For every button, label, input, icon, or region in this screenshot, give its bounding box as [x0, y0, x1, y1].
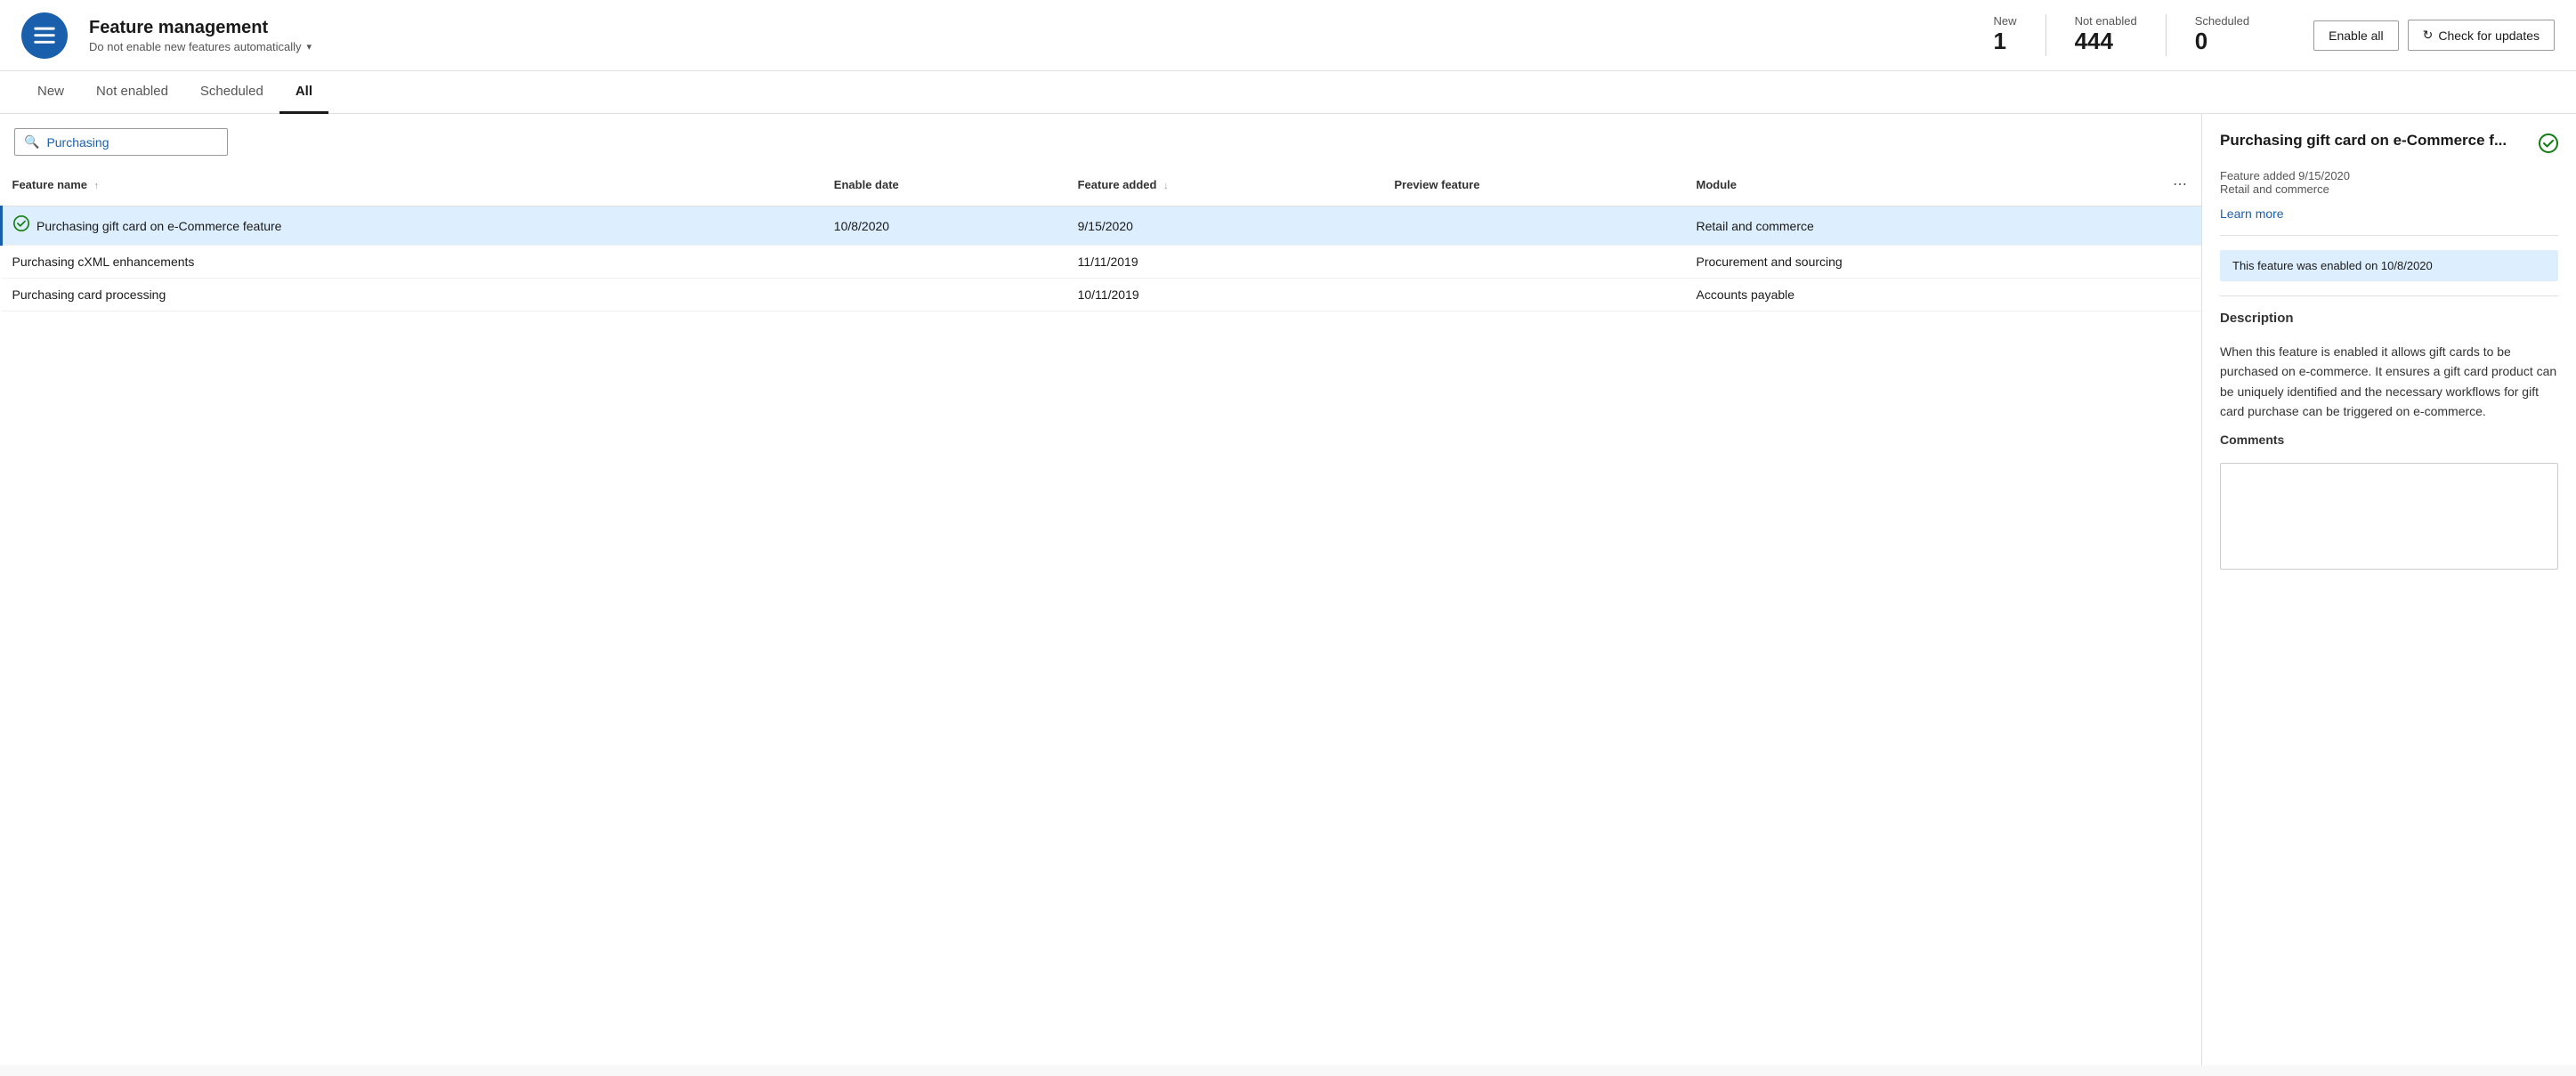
row-menu-cell	[2159, 246, 2201, 279]
search-input[interactable]	[46, 135, 218, 150]
row-menu-cell	[2159, 279, 2201, 311]
comments-textarea[interactable]	[2220, 463, 2558, 570]
app-header: Feature management Do not enable new fea…	[0, 0, 2576, 71]
enable-date-cell: 10/8/2020	[823, 206, 1067, 246]
table-row[interactable]: Purchasing gift card on e-Commerce featu…	[2, 206, 2202, 246]
tab-scheduled[interactable]: Scheduled	[184, 71, 279, 114]
preview-feature-cell	[1383, 206, 1685, 246]
stat-new: New 1	[1965, 14, 2045, 55]
check-updates-button[interactable]: ↻ Check for updates	[2408, 20, 2555, 51]
chevron-down-icon: ▾	[306, 41, 312, 53]
enabled-check-icon	[13, 215, 29, 236]
col-feature-name[interactable]: Feature name ↑	[2, 163, 823, 206]
detail-description: When this feature is enabled it allows g…	[2220, 342, 2558, 422]
column-menu-button[interactable]: ⋯	[2169, 172, 2191, 197]
feature-added-cell: 11/11/2019	[1067, 246, 1384, 279]
learn-more-link[interactable]: Learn more	[2220, 206, 2558, 221]
comments-label: Comments	[2220, 433, 2558, 447]
table-body: Purchasing gift card on e-Commerce featu…	[2, 206, 2202, 311]
table-row[interactable]: Purchasing cXML enhancements 11/11/2019 …	[2, 246, 2202, 279]
detail-module: Retail and commerce	[2220, 182, 2558, 196]
search-bar: 🔍	[0, 114, 2201, 163]
tab-all[interactable]: All	[279, 71, 328, 114]
table-row[interactable]: Purchasing card processing 10/11/2019 Ac…	[2, 279, 2202, 311]
col-menu: ⋯	[2159, 163, 2201, 206]
menu-icon	[32, 23, 57, 48]
features-table: Feature name ↑ Enable date Feature added…	[0, 163, 2201, 311]
col-feature-added[interactable]: Feature added ↓	[1067, 163, 1384, 206]
sort-asc-icon: ↑	[94, 181, 100, 191]
divider-1	[2220, 235, 2558, 236]
tab-not-enabled[interactable]: Not enabled	[80, 71, 184, 114]
module-cell: Retail and commerce	[1686, 206, 2159, 246]
detail-title: Purchasing gift card on e-Commerce f...	[2220, 132, 2530, 150]
refresh-icon: ↻	[2423, 28, 2434, 43]
detail-feature-added: Feature added 9/15/2020	[2220, 169, 2558, 182]
feature-added-cell: 9/15/2020	[1067, 206, 1384, 246]
feature-name-cell: Purchasing card processing	[2, 279, 823, 311]
search-icon: 🔍	[24, 134, 39, 150]
sort-desc-icon: ↓	[1163, 181, 1169, 191]
feature-name-cell: Purchasing gift card on e-Commerce featu…	[3, 206, 823, 245]
header-actions: Enable all ↻ Check for updates	[2313, 20, 2555, 51]
features-table-wrap: Feature name ↑ Enable date Feature added…	[0, 163, 2201, 1065]
description-title: Description	[2220, 311, 2558, 326]
enable-all-button[interactable]: Enable all	[2313, 20, 2399, 51]
stats-block: New 1 Not enabled 444 Scheduled 0	[1965, 14, 2279, 55]
detail-header: Purchasing gift card on e-Commerce f...	[2220, 132, 2558, 158]
app-title: Feature management	[89, 18, 1944, 38]
col-enable-date[interactable]: Enable date	[823, 163, 1067, 206]
module-cell: Procurement and sourcing	[1686, 246, 2159, 279]
title-block: Feature management Do not enable new fea…	[89, 18, 1944, 53]
feature-name-cell: Purchasing cXML enhancements	[2, 246, 823, 279]
app-logo	[21, 12, 68, 59]
detail-panel: Purchasing gift card on e-Commerce f... …	[2202, 114, 2576, 1065]
table-header: Feature name ↑ Enable date Feature added…	[2, 163, 2202, 206]
detail-enabled-icon	[2539, 133, 2558, 158]
detail-meta: Feature added 9/15/2020 Retail and comme…	[2220, 169, 2558, 196]
main-content: 🔍 Feature name ↑ Enable date	[0, 114, 2576, 1065]
feature-added-cell: 10/11/2019	[1067, 279, 1384, 311]
col-module[interactable]: Module	[1686, 163, 2159, 206]
tabs-bar: New Not enabled Scheduled All	[0, 71, 2576, 114]
search-input-wrap[interactable]: 🔍	[14, 128, 228, 156]
enabled-banner: This feature was enabled on 10/8/2020	[2220, 250, 2558, 281]
enable-date-cell	[823, 246, 1067, 279]
left-panel: 🔍 Feature name ↑ Enable date	[0, 114, 2202, 1065]
stat-not-enabled: Not enabled 444	[2045, 14, 2166, 55]
subtitle-dropdown[interactable]: Do not enable new features automatically…	[89, 40, 1944, 53]
preview-feature-cell	[1383, 279, 1685, 311]
stat-scheduled: Scheduled 0	[2166, 14, 2278, 55]
divider-2	[2220, 295, 2558, 296]
col-preview-feature[interactable]: Preview feature	[1383, 163, 1685, 206]
module-cell: Accounts payable	[1686, 279, 2159, 311]
enable-date-cell	[823, 279, 1067, 311]
row-menu-cell	[2159, 206, 2201, 246]
preview-feature-cell	[1383, 246, 1685, 279]
tab-new[interactable]: New	[21, 71, 80, 114]
